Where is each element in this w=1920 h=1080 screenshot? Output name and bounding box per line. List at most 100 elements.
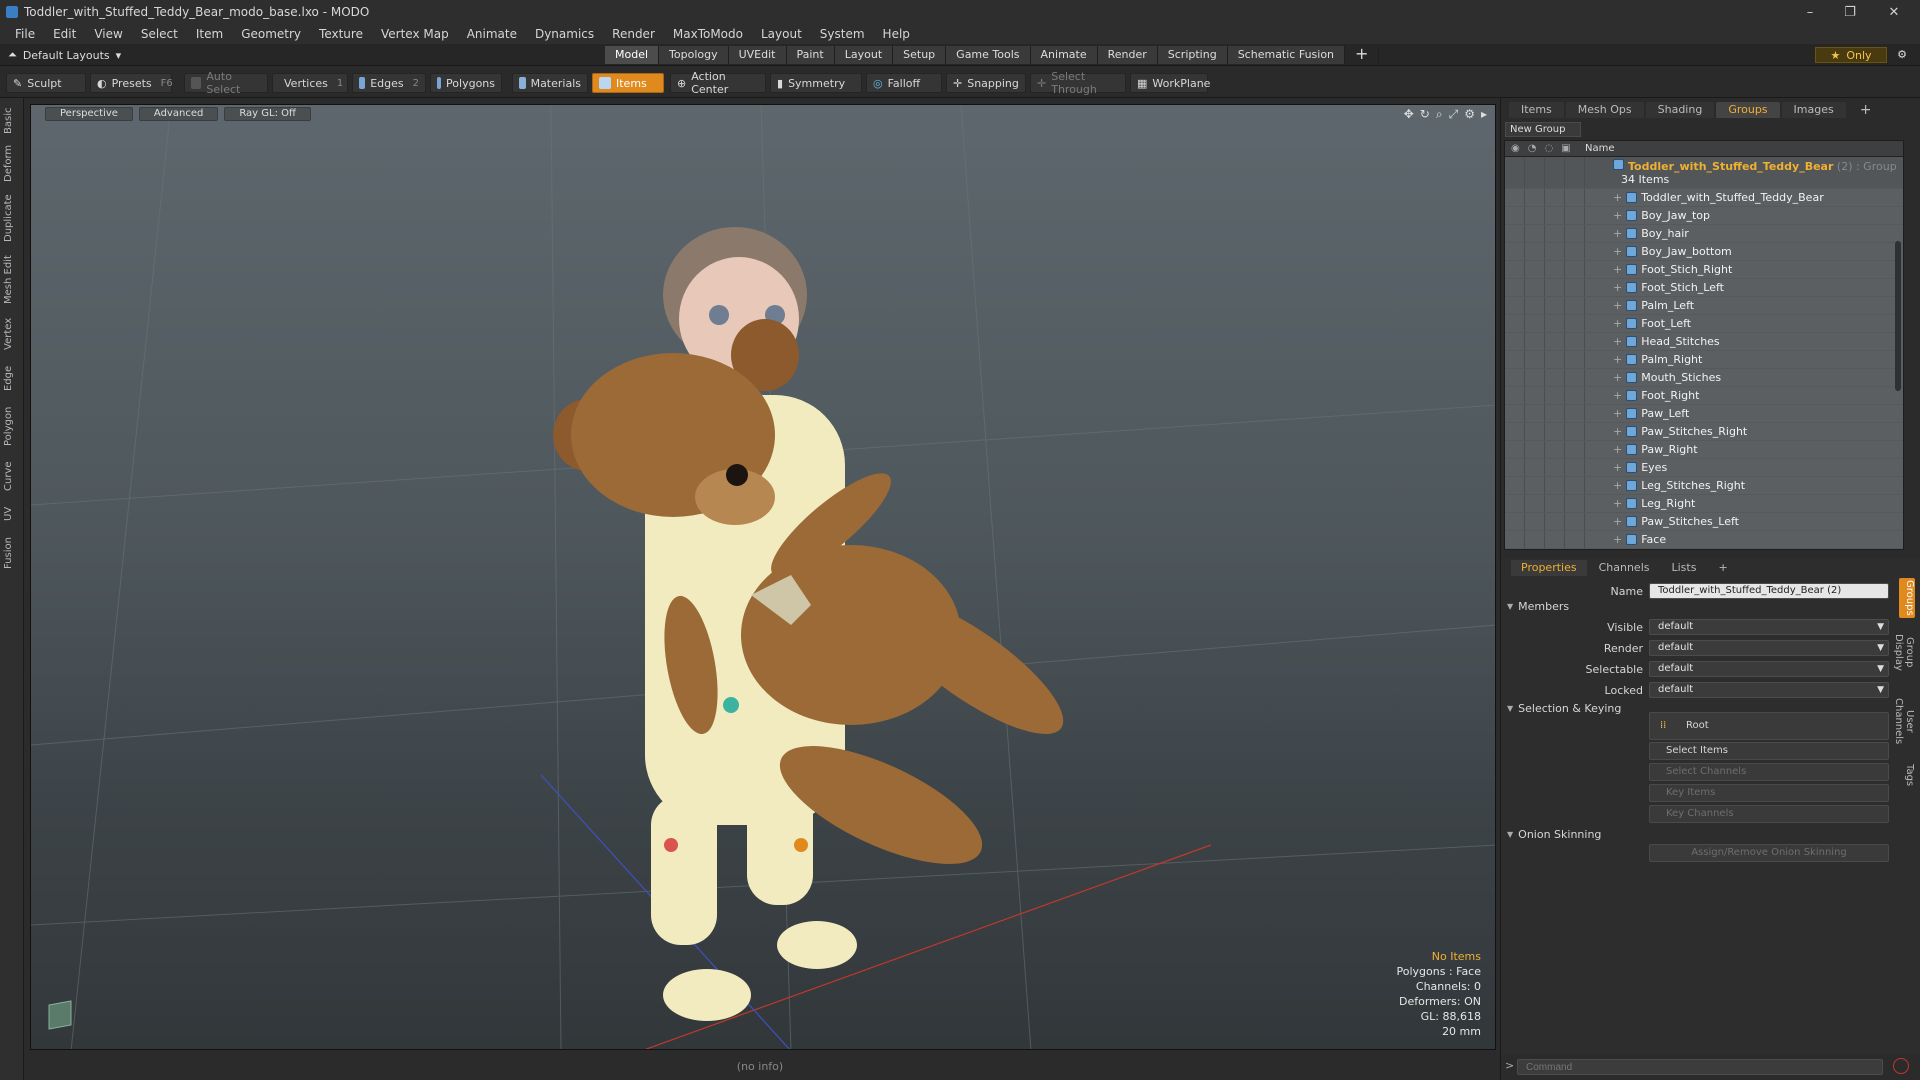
tab-layout[interactable]: Layout xyxy=(834,46,894,64)
view-perspective-button[interactable]: Perspective xyxy=(45,107,133,121)
side-tab-groups[interactable]: Groups xyxy=(1899,578,1915,618)
viewport-settings-icon[interactable]: ⚙ xyxy=(1464,107,1475,122)
layout-dropdown[interactable]: ⏶ Default Layouts ▾ xyxy=(8,47,121,63)
fit-icon[interactable]: ⤢ xyxy=(1449,107,1459,122)
zoom-icon[interactable]: ⌕ xyxy=(1436,107,1443,122)
record-icon[interactable] xyxy=(1893,1058,1909,1074)
menu-help[interactable]: Help xyxy=(874,24,919,44)
group-item-row[interactable]: + Mouth_Stiches xyxy=(1505,369,1903,387)
side-tab-group-display[interactable]: Group Display xyxy=(1893,622,1915,682)
assign-onion-button[interactable]: Assign/Remove Onion Skinning xyxy=(1649,844,1889,862)
strip-tab-duplicate[interactable]: Duplicate xyxy=(3,190,21,246)
side-tab-tags[interactable]: Tags xyxy=(1899,760,1915,790)
visible-dropdown[interactable]: default ▼ xyxy=(1649,619,1889,635)
snapping-button[interactable]: ✛ Snapping xyxy=(946,73,1026,93)
gear-icon[interactable]: ⚙ xyxy=(1894,47,1910,63)
menu-vertex-map[interactable]: Vertex Map xyxy=(372,24,458,44)
tab-game-tools[interactable]: Game Tools xyxy=(946,46,1031,64)
workplane-button[interactable]: ▦ WorkPlane xyxy=(1130,73,1210,93)
root-button[interactable]: ⁞⁞ Root xyxy=(1649,712,1889,740)
restore-button[interactable]: ❐ xyxy=(1830,0,1870,24)
add-properties-tab-button[interactable]: + xyxy=(1708,560,1737,576)
add-tab-button[interactable]: + xyxy=(1345,46,1380,64)
tree-scrollbar[interactable] xyxy=(1895,241,1901,391)
ray-gl-button[interactable]: Ray GL: Off xyxy=(224,107,311,121)
group-row[interactable]: Toddler_with_Stuffed_Teddy_Bear (2) : Gr… xyxy=(1505,157,1903,189)
polygons-button[interactable]: Polygons xyxy=(430,73,502,93)
tab-shading[interactable]: Shading xyxy=(1645,102,1715,118)
menu-geometry[interactable]: Geometry xyxy=(232,24,310,44)
auto-select-button[interactable]: Auto Select xyxy=(184,70,268,96)
tab-uvedit[interactable]: UVEdit xyxy=(728,46,787,64)
side-tab-user-channels[interactable]: User Channels xyxy=(1893,686,1915,756)
strip-tab-mesh-edit[interactable]: Mesh Edit xyxy=(3,252,21,308)
presets-button[interactable]: ◐ Presets F6 xyxy=(90,73,173,93)
tab-lists[interactable]: Lists xyxy=(1662,560,1707,576)
strip-tab-fusion[interactable]: Fusion xyxy=(3,532,21,574)
menu-edit[interactable]: Edit xyxy=(44,24,85,44)
menu-view[interactable]: View xyxy=(85,24,131,44)
menu-select[interactable]: Select xyxy=(132,24,187,44)
selection-keying-section[interactable]: ▼ Selection & Keying xyxy=(1507,702,1621,715)
group-item-row[interactable]: + Palm_Right xyxy=(1505,351,1903,369)
group-item-row[interactable]: + Foot_Stich_Left xyxy=(1505,279,1903,297)
strip-tab-basic[interactable]: Basic xyxy=(3,106,21,136)
group-item-row[interactable]: + Leg_Stitches_Right xyxy=(1505,477,1903,495)
group-item-row[interactable]: + Paw_Left xyxy=(1505,405,1903,423)
selectable-dropdown[interactable]: default ▼ xyxy=(1649,661,1889,677)
tab-topology[interactable]: Topology xyxy=(659,46,729,64)
group-item-row[interactable]: + Boy_Jaw_bottom xyxy=(1505,243,1903,261)
tab-properties[interactable]: Properties xyxy=(1511,560,1587,576)
sculpt-button[interactable]: ✎ Sculpt xyxy=(6,73,86,93)
name-field[interactable]: Toddler_with_Stuffed_Teddy_Bear (2) xyxy=(1649,583,1889,599)
view-advanced-button[interactable]: Advanced xyxy=(138,107,219,121)
action-center-button[interactable]: ⊕ Action Center xyxy=(670,70,766,96)
tab-setup[interactable]: Setup xyxy=(893,46,947,64)
tab-render[interactable]: Render xyxy=(1097,46,1158,64)
strip-tab-edge[interactable]: Edge xyxy=(3,360,21,396)
menu-animate[interactable]: Animate xyxy=(458,24,526,44)
symmetry-button[interactable]: ▮ Symmetry xyxy=(770,73,862,93)
key-items-button[interactable]: Key Items xyxy=(1649,784,1889,802)
group-item-row[interactable]: + Face xyxy=(1505,531,1903,549)
group-item-row[interactable]: + Leg_Right xyxy=(1505,495,1903,513)
menu-texture[interactable]: Texture xyxy=(310,24,372,44)
render-dropdown[interactable]: default ▼ xyxy=(1649,640,1889,656)
strip-tab-uv[interactable]: UV xyxy=(3,502,21,526)
members-section[interactable]: ▼ Members xyxy=(1507,600,1569,613)
menu-dynamics[interactable]: Dynamics xyxy=(526,24,603,44)
tab-schematic-fusion[interactable]: Schematic Fusion xyxy=(1227,46,1346,64)
falloff-button[interactable]: ◎ Falloff xyxy=(866,73,942,93)
3d-viewport[interactable]: Perspective Advanced Ray GL: Off ✥ ↻ ⌕ ⤢… xyxy=(30,104,1496,1050)
menu-item[interactable]: Item xyxy=(187,24,232,44)
command-input[interactable] xyxy=(1517,1059,1883,1075)
group-item-row[interactable]: + Foot_Stich_Right xyxy=(1505,261,1903,279)
viewport-menu-arrow-icon[interactable]: ▸ xyxy=(1481,107,1487,122)
name-column-header[interactable]: Name xyxy=(1585,143,1615,154)
strip-tab-curve[interactable]: Curve xyxy=(3,456,21,496)
group-item-row[interactable]: + Foot_Right xyxy=(1505,387,1903,405)
close-button[interactable]: ✕ xyxy=(1874,0,1914,24)
strip-tab-polygon[interactable]: Polygon xyxy=(3,402,21,450)
menu-layout[interactable]: Layout xyxy=(752,24,811,44)
strip-tab-vertex[interactable]: Vertex xyxy=(3,314,21,354)
tab-paint[interactable]: Paint xyxy=(786,46,835,64)
group-item-row[interactable]: + Palm_Left xyxy=(1505,297,1903,315)
tab-mesh-ops[interactable]: Mesh Ops xyxy=(1565,102,1644,118)
tab-items[interactable]: Items xyxy=(1509,102,1564,118)
locked-dropdown[interactable]: default ▼ xyxy=(1649,682,1889,698)
group-item-row[interactable]: + Head_Stitches xyxy=(1505,333,1903,351)
group-item-row[interactable]: + Toddler_with_Stuffed_Teddy_Bear xyxy=(1505,189,1903,207)
group-item-row[interactable]: + Boy_hair xyxy=(1505,225,1903,243)
menu-file[interactable]: File xyxy=(6,24,44,44)
materials-button[interactable]: Materials xyxy=(512,73,588,93)
minimize-button[interactable]: – xyxy=(1790,0,1830,24)
rotate-icon[interactable]: ↻ xyxy=(1420,107,1430,122)
key-channels-button[interactable]: Key Channels xyxy=(1649,805,1889,823)
only-toggle-button[interactable]: ★ Only xyxy=(1815,47,1887,63)
menu-system[interactable]: System xyxy=(811,24,874,44)
group-item-row[interactable]: + Paw_Stitches_Right xyxy=(1505,423,1903,441)
group-item-row[interactable]: + Eyes xyxy=(1505,459,1903,477)
select-through-button[interactable]: ✛ Select Through xyxy=(1030,70,1126,96)
tab-groups[interactable]: Groups xyxy=(1716,102,1780,118)
